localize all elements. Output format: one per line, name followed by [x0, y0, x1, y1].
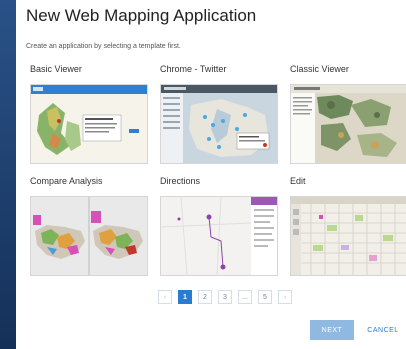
template-card-compare-analysis[interactable]: Compare Analysis — [30, 176, 148, 276]
template-card-directions[interactable]: Directions — [160, 176, 278, 276]
compare-analysis-thumbnail[interactable] — [30, 196, 148, 276]
cancel-button[interactable]: CANCEL — [362, 320, 404, 340]
new-app-dialog: New Web Mapping Application Create an ap… — [16, 0, 406, 349]
template-label: Edit — [290, 176, 306, 186]
pagination: ‹ 1 2 3 ... 5 › — [158, 290, 292, 304]
page-ellipsis: ... — [238, 290, 252, 304]
dialog-title: New Web Mapping Application — [26, 6, 257, 25]
chrome-twitter-thumbnail[interactable] — [160, 84, 278, 164]
basic-viewer-thumbnail[interactable] — [30, 84, 148, 164]
page-1-button[interactable]: 1 — [178, 290, 192, 304]
template-card-basic-viewer[interactable]: Basic Viewer — [30, 64, 148, 164]
template-card-chrome-twitter[interactable]: Chrome - Twitter — [160, 64, 278, 164]
page-5-button[interactable]: 5 — [258, 290, 272, 304]
classic-viewer-thumbnail[interactable] — [290, 84, 406, 164]
template-grid: Basic Viewer Chrome - Twitter Classic Vi… — [30, 64, 406, 284]
page-2-button[interactable]: 2 — [198, 290, 212, 304]
template-card-classic-viewer[interactable]: Classic Viewer — [290, 64, 406, 164]
directions-thumbnail[interactable] — [160, 196, 278, 276]
edit-thumbnail[interactable] — [290, 196, 406, 276]
template-label: Classic Viewer — [290, 64, 349, 74]
prev-page-button[interactable]: ‹ — [158, 290, 172, 304]
template-label: Directions — [160, 176, 201, 186]
template-label: Basic Viewer — [30, 64, 82, 74]
next-button[interactable]: NEXT — [310, 320, 354, 340]
page-3-button[interactable]: 3 — [218, 290, 232, 304]
template-card-edit[interactable]: Edit — [290, 176, 406, 276]
dialog-subtitle: Create an application by selecting a tem… — [26, 43, 181, 50]
next-page-button[interactable]: › — [278, 290, 292, 304]
template-label: Compare Analysis — [30, 176, 103, 186]
background-page — [0, 0, 16, 349]
dialog-footer: NEXT CANCEL — [16, 312, 406, 349]
template-label: Chrome - Twitter — [160, 64, 227, 74]
